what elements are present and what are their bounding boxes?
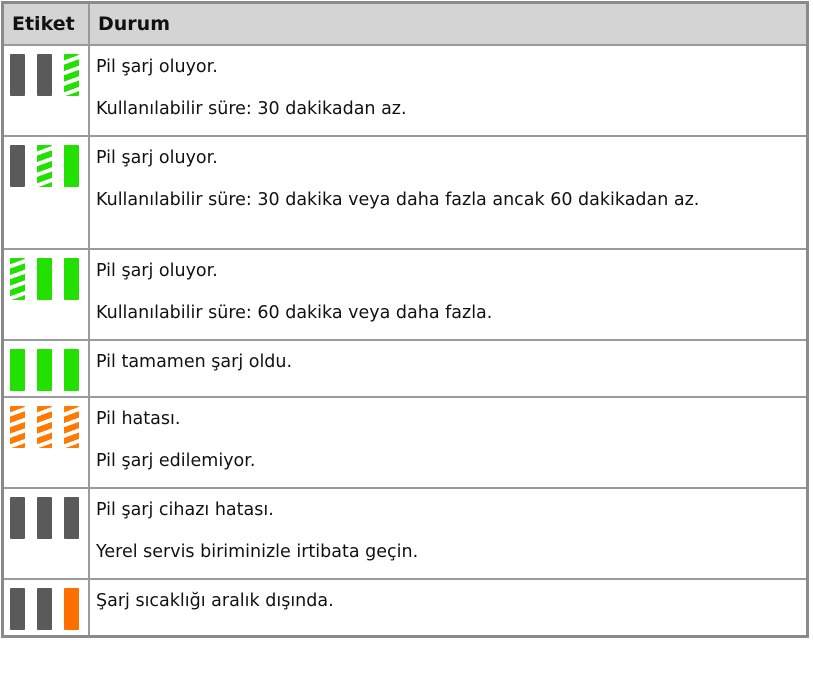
indicator-bar-gray xyxy=(37,588,52,630)
status-text: Pil şarj cihazı hatası. xyxy=(96,500,274,520)
status-text: Pil şarj oluyor. xyxy=(96,261,218,281)
indicator-bar-green xyxy=(10,349,25,391)
indicator-bar-green xyxy=(64,258,79,300)
label-cell xyxy=(1,487,90,580)
battery-indicator-icon xyxy=(10,145,88,187)
indicator-bar-green-stripe xyxy=(37,145,52,187)
status-text: Kullanılabilir süre: 60 dakika veya daha… xyxy=(96,303,493,323)
header-row: Etiket Durum xyxy=(1,1,809,46)
table-row: Pil tamamen şarj oldu. xyxy=(1,339,809,398)
indicator-bar-green-stripe xyxy=(10,258,25,300)
status-text: Pil tamamen şarj oldu. xyxy=(96,352,293,372)
status-cell: Pil hatası. Pil şarj edilemiyor. xyxy=(88,396,809,489)
status-text: Pil şarj oluyor. xyxy=(96,57,218,77)
battery-indicator-icon xyxy=(10,497,88,539)
status-cell: Pil şarj oluyor. Kullanılabilir süre: 30 … xyxy=(88,135,809,250)
label-cell xyxy=(1,248,90,341)
label-cell xyxy=(1,44,90,137)
status-cell: Pil şarj oluyor. Kullanılabilir süre: 30 … xyxy=(88,44,809,137)
indicator-bar-green xyxy=(37,349,52,391)
indicator-bar-gray xyxy=(10,497,25,539)
label-cell xyxy=(1,135,90,250)
indicator-bar-green xyxy=(37,258,52,300)
table-row: Pil hatası. Pil şarj edilemiyor. xyxy=(1,396,809,489)
indicator-bar-green xyxy=(64,145,79,187)
label-column-header: Etiket xyxy=(1,1,90,46)
status-text: Pil hatası. xyxy=(96,409,181,429)
status-cell: Şarj sıcaklığı aralık dışında. xyxy=(88,578,809,637)
indicator-bar-gray xyxy=(10,54,25,96)
table-row: Pil şarj oluyor. Kullanılabilir süre: 60 … xyxy=(1,248,809,341)
status-text: Yerel servis biriminizle irtibata geçin. xyxy=(96,542,419,562)
table-row: Pil şarj oluyor. Kullanılabilir süre: 30 … xyxy=(1,44,809,137)
indicator-bar-orange-stripe xyxy=(64,406,79,448)
status-text: Şarj sıcaklığı aralık dışında. xyxy=(96,591,334,611)
indicator-bar-gray xyxy=(37,497,52,539)
table-row: Pil şarj cihazı hatası. Yerel servis biri… xyxy=(1,487,809,580)
label-cell xyxy=(1,578,90,637)
status-column-header: Durum xyxy=(88,1,809,46)
status-cell: Pil tamamen şarj oldu. xyxy=(88,339,809,398)
indicator-bar-gray xyxy=(64,497,79,539)
indicator-bar-orange xyxy=(64,588,79,630)
status-text: Kullanılabilir süre: 30 dakikadan az. xyxy=(96,99,407,119)
label-cell xyxy=(1,339,90,398)
status-text: Kullanılabilir süre: 30 dakika veya daha… xyxy=(96,190,700,210)
status-cell: Pil şarj oluyor. Kullanılabilir süre: 60 … xyxy=(88,248,809,341)
table-row: Pil şarj oluyor. Kullanılabilir süre: 30 … xyxy=(1,135,809,250)
table-row: Şarj sıcaklığı aralık dışında. xyxy=(1,578,809,637)
battery-indicator-icon xyxy=(10,54,88,96)
indicator-bar-green xyxy=(64,349,79,391)
status-cell: Pil şarj cihazı hatası. Yerel servis biri… xyxy=(88,487,809,580)
status-text: Pil şarj oluyor. xyxy=(96,148,218,168)
indicator-bar-gray xyxy=(10,588,25,630)
battery-indicator-icon xyxy=(10,588,88,630)
indicator-bar-orange-stripe xyxy=(10,406,25,448)
battery-indicator-icon xyxy=(10,406,88,448)
indicator-bar-gray xyxy=(10,145,25,187)
battery-indicator-icon xyxy=(10,349,88,391)
label-cell xyxy=(1,396,90,489)
battery-status-table: Etiket Durum Pil şarj oluyor. Kullanılabi… xyxy=(1,1,809,638)
status-text: Pil şarj edilemiyor. xyxy=(96,451,256,471)
indicator-bar-green-stripe xyxy=(64,54,79,96)
indicator-bar-gray xyxy=(37,54,52,96)
indicator-bar-orange-stripe xyxy=(37,406,52,448)
battery-indicator-icon xyxy=(10,258,88,300)
